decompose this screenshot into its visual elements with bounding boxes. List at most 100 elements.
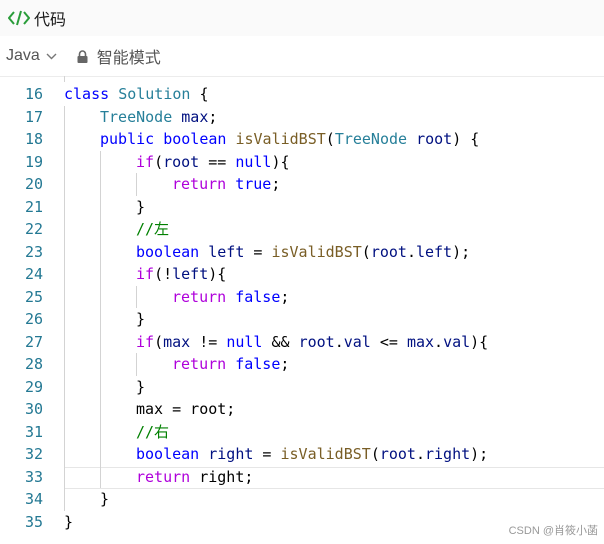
code-text: boolean left = isValidBST(root.left); <box>136 241 470 264</box>
code-line: 31 //右 <box>0 421 604 444</box>
code-text: } <box>136 376 145 399</box>
title-bar: 代码 <box>0 0 604 36</box>
code-text: return false; <box>172 286 289 309</box>
code-token: ; <box>280 355 290 373</box>
code-line: 18 public boolean isValidBST(TreeNode roo… <box>0 128 604 151</box>
code-token: if <box>136 152 155 171</box>
code-line: 29} <box>0 376 604 399</box>
code-token: left <box>415 242 453 261</box>
code-token: max <box>181 107 209 126</box>
code-token: ){ <box>208 265 227 283</box>
code-editor[interactable]: 16 class Solution {17 TreeNode max; 18 publi… <box>0 76 604 544</box>
code-token: //左 <box>136 220 170 238</box>
line-number: 16 <box>24 85 43 103</box>
indent-guide <box>100 150 101 488</box>
code-token: if <box>136 265 155 283</box>
code-token: . <box>406 242 416 261</box>
code-text: boolean right = isValidBST(root.right); <box>136 443 488 466</box>
code-token: <= <box>370 332 407 351</box>
code-line: 20 return true; <box>0 173 604 196</box>
code-text: max = root; <box>136 398 235 421</box>
code-text: if(root == null){ <box>136 151 290 174</box>
code-text: } <box>136 196 145 219</box>
code-token: boolean <box>163 130 227 148</box>
line-number: 24 <box>24 265 43 283</box>
code-token: root <box>379 445 416 463</box>
code-token: isValidBST <box>235 130 326 148</box>
code-text: if(!left){ <box>136 263 226 286</box>
code-token: ( <box>154 152 164 171</box>
code-line: 22 //左 <box>0 218 604 241</box>
code-token: = <box>244 242 272 261</box>
code-token: != <box>190 332 227 351</box>
code-token: ; <box>271 175 281 193</box>
code-token: if <box>136 332 155 351</box>
mode-label: 智能模式 <box>96 50 161 67</box>
code-text: //左 <box>136 218 169 241</box>
code-line: 17 TreeNode max; <box>0 106 604 129</box>
editor-toolbar: Java 智能模式 <box>0 36 604 77</box>
code-token: . <box>415 445 425 463</box>
code-token: ( <box>154 332 164 351</box>
code-token: isValidBST <box>271 242 362 261</box>
panel-title: 代码 <box>34 12 67 29</box>
code-token: TreeNode <box>100 107 173 126</box>
chevron-down-icon <box>46 53 57 59</box>
code-token: } <box>136 377 146 396</box>
line-number: 30 <box>24 400 43 418</box>
watermark: CSDN @肖筱小菡 <box>508 525 598 537</box>
line-number: 17 <box>24 107 43 126</box>
indent-guide <box>136 173 137 196</box>
code-text: TreeNode max; <box>100 106 217 129</box>
lock-icon <box>77 49 88 63</box>
code-line: 26} <box>0 308 604 331</box>
code-token: root <box>370 242 407 261</box>
indent-guide <box>136 353 137 376</box>
code-token: return <box>172 287 227 306</box>
code-token: public <box>100 130 155 148</box>
line-number: 28 <box>24 355 43 373</box>
smart-mode-toggle[interactable]: 智能模式 <box>77 44 161 68</box>
line-number: 22 <box>24 220 43 238</box>
code-token: } <box>136 197 146 216</box>
code-line: 25 return false; <box>0 286 604 309</box>
code-token: ( <box>370 445 380 463</box>
code-token: left <box>172 265 209 283</box>
code-line: 21} <box>0 196 604 219</box>
code-icon <box>8 8 30 28</box>
code-token: return <box>172 175 227 193</box>
code-token: ){ <box>470 332 489 351</box>
code-token: root <box>163 152 200 171</box>
code-text: return false; <box>172 353 289 376</box>
code-line: 33 return right; <box>0 466 604 489</box>
code-text: return true; <box>172 173 280 196</box>
code-token: right <box>208 445 254 463</box>
code-token: = <box>253 445 281 463</box>
code-token: right <box>425 445 471 463</box>
code-token: right; <box>190 467 254 486</box>
code-token: TreeNode <box>334 130 408 148</box>
code-token: false <box>235 355 281 373</box>
language-select[interactable]: Java <box>6 47 57 65</box>
code-token: false <box>235 287 281 306</box>
code-text: //右 <box>136 421 169 444</box>
code-token: . <box>334 332 344 351</box>
code-line: 23 boolean left = isValidBST(root.left); <box>0 241 604 264</box>
code-token: Solution <box>118 85 191 103</box>
code-token: root <box>416 130 453 148</box>
code-line: 30 max = root; <box>0 398 604 421</box>
code-line: 27 if(max != null && root.val <= max.val)… <box>0 331 604 354</box>
code-token: ; <box>208 107 218 126</box>
code-token: null <box>226 332 263 351</box>
code-text: class Solution { <box>64 83 209 106</box>
line-number: 31 <box>24 422 43 441</box>
code-token: } <box>136 310 146 328</box>
line-number: 23 <box>24 242 43 261</box>
line-number: 27 <box>24 332 43 351</box>
